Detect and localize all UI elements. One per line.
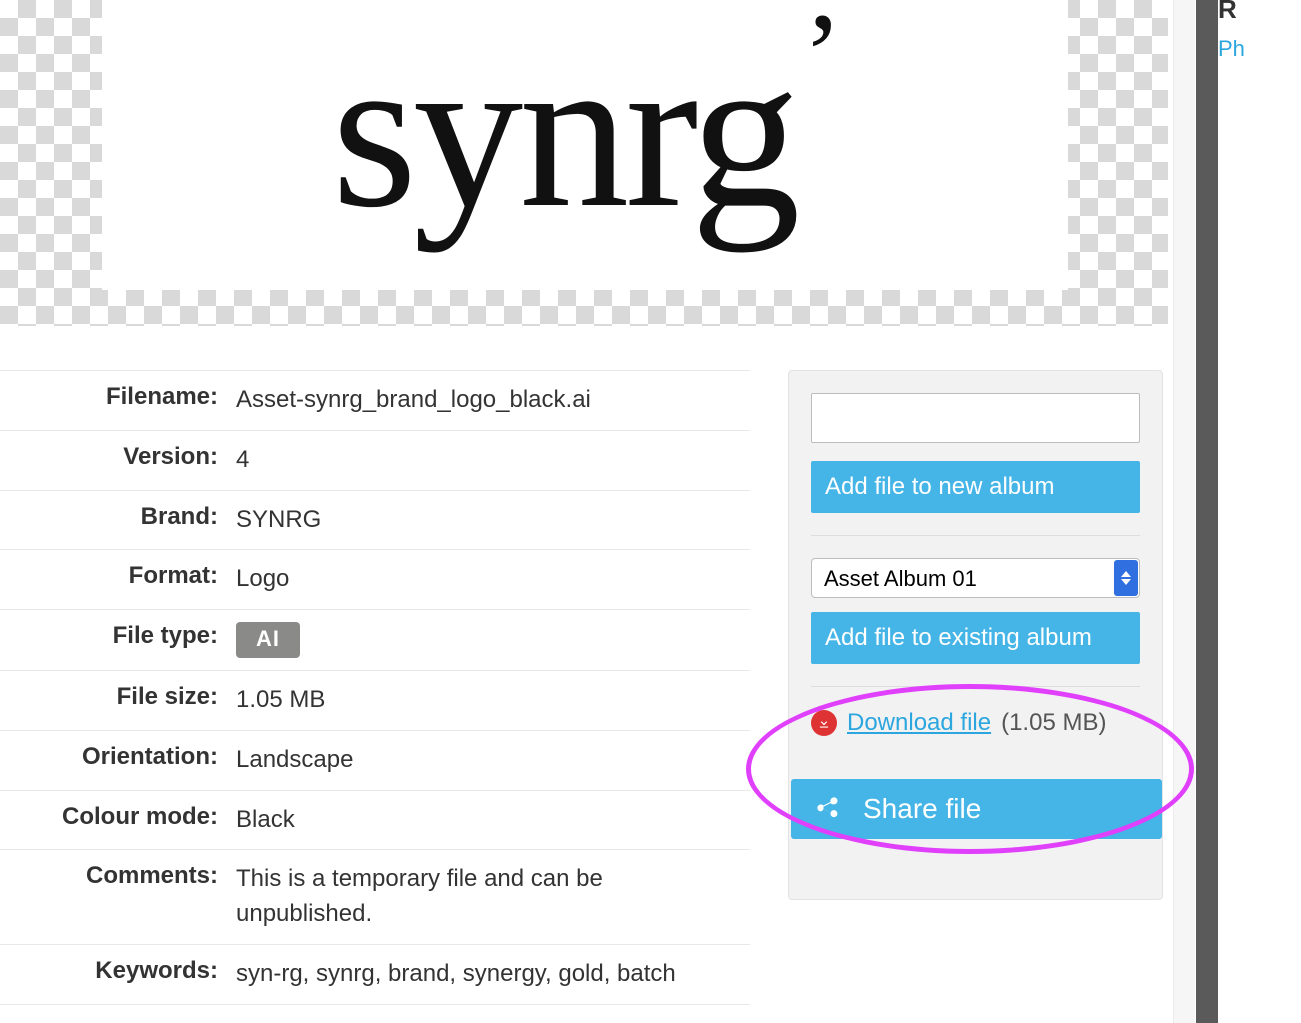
metadata-value: Asset-synrg_brand_logo_black.ai	[236, 383, 591, 418]
scrollbar[interactable]	[1173, 0, 1195, 1023]
metadata-value: syn-rg, synrg, brand, synergy, gold, bat…	[236, 957, 676, 992]
metadata-value: 4	[236, 443, 249, 478]
sidebar-heading-fragment: R	[1218, 0, 1237, 25]
metadata-row: Filename: Asset-synrg_brand_logo_black.ai	[0, 370, 750, 430]
metadata-label: Version:	[14, 443, 218, 478]
share-icon	[813, 795, 841, 823]
sidebar-link-fragment[interactable]: Ph	[1218, 36, 1245, 62]
select-stepper-icon	[1114, 560, 1138, 596]
download-icon	[811, 710, 837, 736]
add-to-existing-album-button[interactable]: Add file to existing album	[811, 612, 1140, 664]
metadata-row: Keywords: syn-rg, synrg, brand, synergy, …	[0, 944, 750, 1005]
metadata-label: Format:	[14, 562, 218, 597]
offscreen-sidebar: R Ph	[1196, 0, 1301, 1023]
metadata-value: AI	[236, 622, 300, 658]
new-album-name-input[interactable]	[811, 393, 1140, 443]
share-file-label: Share file	[863, 793, 981, 825]
metadata-value: This is a temporary file and can be unpu…	[236, 862, 736, 932]
metadata-row: Version: 4	[0, 430, 750, 490]
metadata-value: SYNRG	[236, 503, 321, 538]
add-to-new-album-button[interactable]: Add file to new album	[811, 461, 1140, 513]
metadata-label: Colour mode:	[14, 803, 218, 838]
download-row: Download file (1.05 MB)	[811, 709, 1140, 737]
metadata-label: Keywords:	[14, 957, 218, 992]
metadata-label: Comments:	[14, 862, 218, 932]
asset-preview: synrg’	[102, 0, 1068, 290]
transparency-checker: synrg’	[0, 0, 1168, 326]
download-file-link[interactable]: Download file	[847, 709, 991, 737]
metadata-row: Orientation: Landscape	[0, 730, 750, 790]
download-size: (1.05 MB)	[1001, 709, 1106, 737]
metadata-value: 1.05 MB	[236, 683, 325, 718]
divider	[811, 686, 1140, 687]
metadata-label: Brand:	[14, 503, 218, 538]
metadata-label: Filename:	[14, 383, 218, 418]
divider	[811, 535, 1140, 536]
actions-panel: Add file to new album Asset Album 01 Add…	[788, 370, 1163, 900]
metadata-value: Landscape	[236, 743, 353, 778]
metadata-row: Format: Logo	[0, 549, 750, 609]
metadata-label: File type:	[14, 622, 218, 658]
share-file-button[interactable]: Share file	[791, 779, 1162, 839]
metadata-value: Logo	[236, 562, 289, 597]
metadata-label: Orientation:	[14, 743, 218, 778]
metadata-row: Colour mode: Black	[0, 790, 750, 850]
metadata-table: Filename: Asset-synrg_brand_logo_black.ai…	[0, 370, 750, 1005]
metadata-value: Black	[236, 803, 295, 838]
metadata-row: Comments: This is a temporary file and ca…	[0, 849, 750, 944]
metadata-label: File size:	[14, 683, 218, 718]
filetype-badge: AI	[236, 622, 300, 658]
logo-wordmark: synrg’	[332, 21, 839, 241]
metadata-row: File type: AI	[0, 609, 750, 670]
existing-album-select[interactable]: Asset Album 01	[811, 558, 1140, 598]
metadata-row: Brand: SYNRG	[0, 490, 750, 550]
metadata-row: File size: 1.05 MB	[0, 670, 750, 730]
